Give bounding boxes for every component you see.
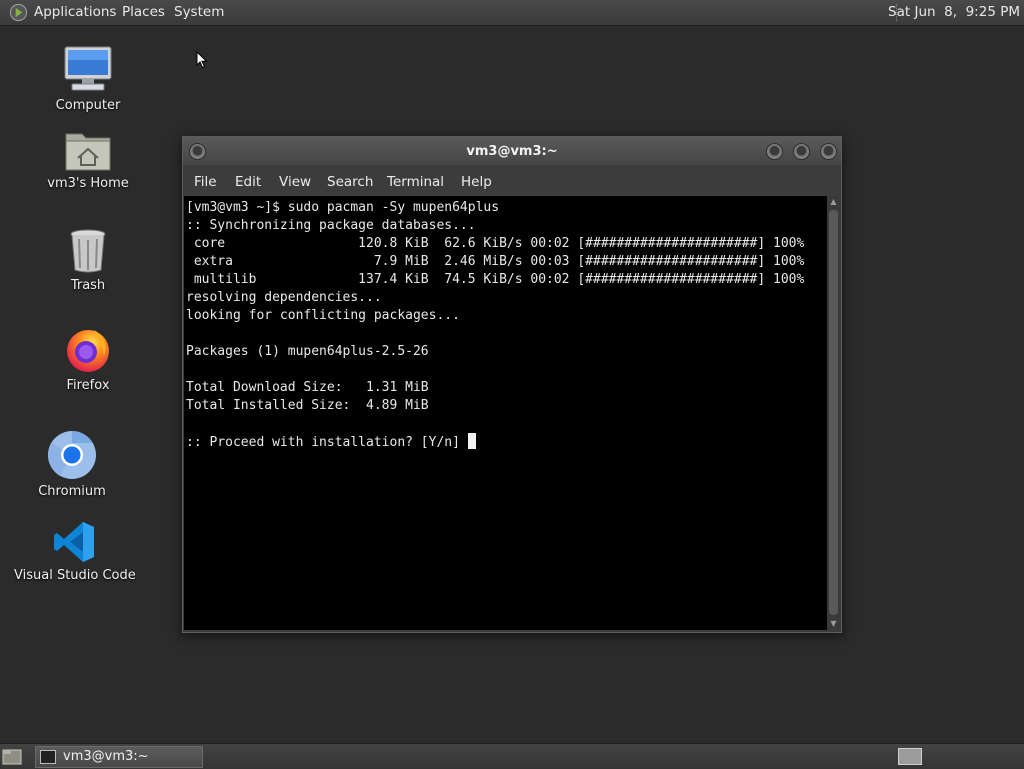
terminal-line: multilib 137.4 KiB 74.5 KiB/s 00:02 [###… — [186, 272, 805, 287]
desktop-icon-home[interactable]: vm3's Home — [28, 128, 148, 191]
computer-icon — [64, 46, 112, 91]
desktop-icon-computer[interactable]: Computer — [28, 46, 148, 113]
bottom-panel: vm3@vm3:~ — [0, 743, 1024, 769]
terminal-line: Packages (1) mupen64plus-2.5-26 — [186, 344, 429, 359]
terminal-prompt-line: :: Proceed with installation? [Y/n] — [186, 435, 468, 450]
text-cursor — [467, 433, 476, 449]
show-desktop-icon[interactable] — [2, 748, 22, 765]
menu-file[interactable]: File — [194, 167, 217, 197]
desktop-icon-label: Trash — [70, 278, 106, 293]
window-title: vm3@vm3:~ — [466, 144, 558, 159]
terminal-line: extra 7.9 MiB 2.46 MiB/s 00:03 [########… — [186, 254, 805, 269]
desktop-icon-label: Computer — [55, 98, 121, 113]
home-folder-icon — [65, 133, 111, 171]
menu-system[interactable]: System — [174, 0, 224, 25]
menu-terminal[interactable]: Terminal — [387, 167, 444, 197]
scrollbar-thumb[interactable] — [829, 210, 838, 615]
terminal-window[interactable]: vm3@vm3:~ File Edit View Search Terminal… — [182, 136, 842, 633]
desktop-icon-label: Firefox — [66, 378, 110, 393]
terminal-line: Total Download Size: 1.31 MiB — [186, 380, 429, 395]
mouse-pointer-icon — [196, 51, 208, 69]
maximize-button[interactable] — [793, 143, 810, 160]
terminal-line: :: Synchronizing package databases... — [186, 218, 476, 233]
terminal-line: looking for conflicting packages... — [186, 308, 460, 323]
trash-icon — [70, 229, 106, 273]
scroll-up-arrow-icon[interactable]: ▲ — [827, 196, 840, 208]
menu-view[interactable]: View — [279, 167, 311, 197]
terminal-line: [vm3@vm3 ~]$ sudo pacman -Sy mupen64plus — [186, 200, 500, 215]
desktop-icon-firefox[interactable]: Firefox — [28, 326, 148, 393]
close-button[interactable] — [820, 143, 837, 160]
desktop-icon-label: Visual Studio Code — [14, 568, 136, 583]
distro-logo-icon[interactable] — [9, 3, 28, 22]
terminal-line: core 120.8 KiB 62.6 KiB/s 00:02 [#######… — [186, 236, 805, 251]
window-titlebar[interactable]: vm3@vm3:~ — [183, 137, 841, 165]
firefox-icon — [67, 330, 109, 372]
desktop-icon-label: vm3's Home — [47, 176, 129, 191]
minimize-button[interactable] — [766, 143, 783, 160]
menu-edit[interactable]: Edit — [235, 167, 261, 197]
terminal-output[interactable]: [vm3@vm3 ~]$ sudo pacman -Sy mupen64plus… — [184, 196, 827, 630]
chromium-icon — [47, 431, 96, 479]
menu-applications[interactable]: Applications — [34, 0, 116, 25]
scroll-down-arrow-icon[interactable]: ▼ — [827, 618, 840, 630]
workspace-switcher[interactable] — [898, 748, 922, 765]
terminal-icon — [40, 750, 56, 764]
terminal-line: resolving dependencies... — [186, 290, 382, 305]
desktop-icon-chromium[interactable]: Chromium — [12, 430, 132, 499]
desktop-icon-label: Chromium — [38, 484, 106, 499]
taskbar-item-label: vm3@vm3:~ — [63, 749, 149, 764]
top-panel: Applications Places System Sat Jun 8, 9:… — [0, 0, 1024, 26]
taskbar-item-terminal[interactable]: vm3@vm3:~ — [35, 746, 203, 768]
terminal-scrollbar[interactable]: ▲ ▼ — [827, 196, 840, 630]
menu-places[interactable]: Places — [122, 0, 165, 25]
terminal-line: Total Installed Size: 4.89 MiB — [186, 398, 429, 413]
window-menubar: File Edit View Search Terminal Help — [183, 167, 841, 195]
menu-help[interactable]: Help — [461, 167, 492, 197]
desktop-icon-trash[interactable]: Trash — [28, 228, 148, 293]
desktop-icon-vscode[interactable]: Visual Studio Code — [14, 520, 136, 583]
vscode-icon — [54, 522, 94, 562]
menu-search[interactable]: Search — [327, 167, 373, 197]
clock[interactable]: Sat Jun 8, 9:25 PM — [888, 0, 1020, 25]
